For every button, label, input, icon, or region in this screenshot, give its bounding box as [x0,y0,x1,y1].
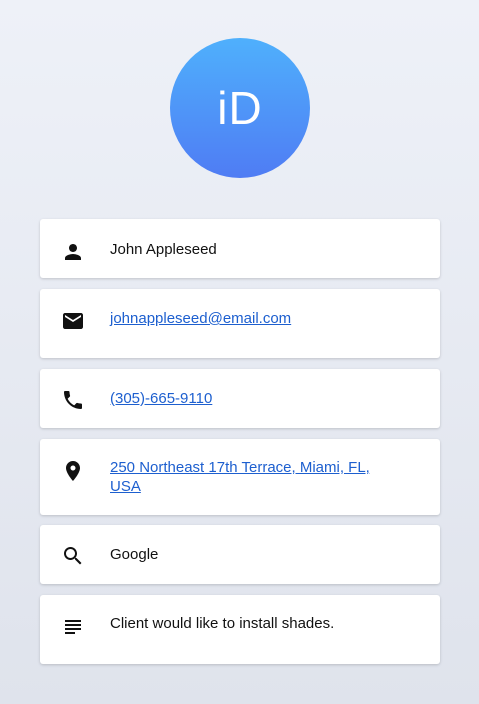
note-text: Client would like to install shades. [110,615,335,632]
contact-name: John Appleseed [110,241,217,258]
avatar: iD [170,38,310,178]
phone-link[interactable]: (305)-665-9110 [110,389,400,408]
mail-icon [61,309,85,333]
avatar-initials: iD [217,82,263,134]
email-link[interactable]: johnappleseed@email.com [110,309,400,328]
name-card: John Appleseed [40,219,440,278]
notes-icon [61,615,85,639]
address-link[interactable]: 250 Northeast 17th Terrace, Miami, FL, U… [110,458,395,496]
person-icon [61,240,85,264]
search-card: Google [40,525,440,584]
address-card: 250 Northeast 17th Terrace, Miami, FL, U… [40,439,440,515]
phone-icon [61,388,85,412]
location-pin-icon [61,459,85,483]
search-icon [61,544,85,568]
email-card: johnappleseed@email.com [40,289,440,358]
note-card: Client would like to install shades. [40,595,440,664]
search-value[interactable]: Google [110,545,400,564]
phone-card: (305)-665-9110 [40,369,440,428]
